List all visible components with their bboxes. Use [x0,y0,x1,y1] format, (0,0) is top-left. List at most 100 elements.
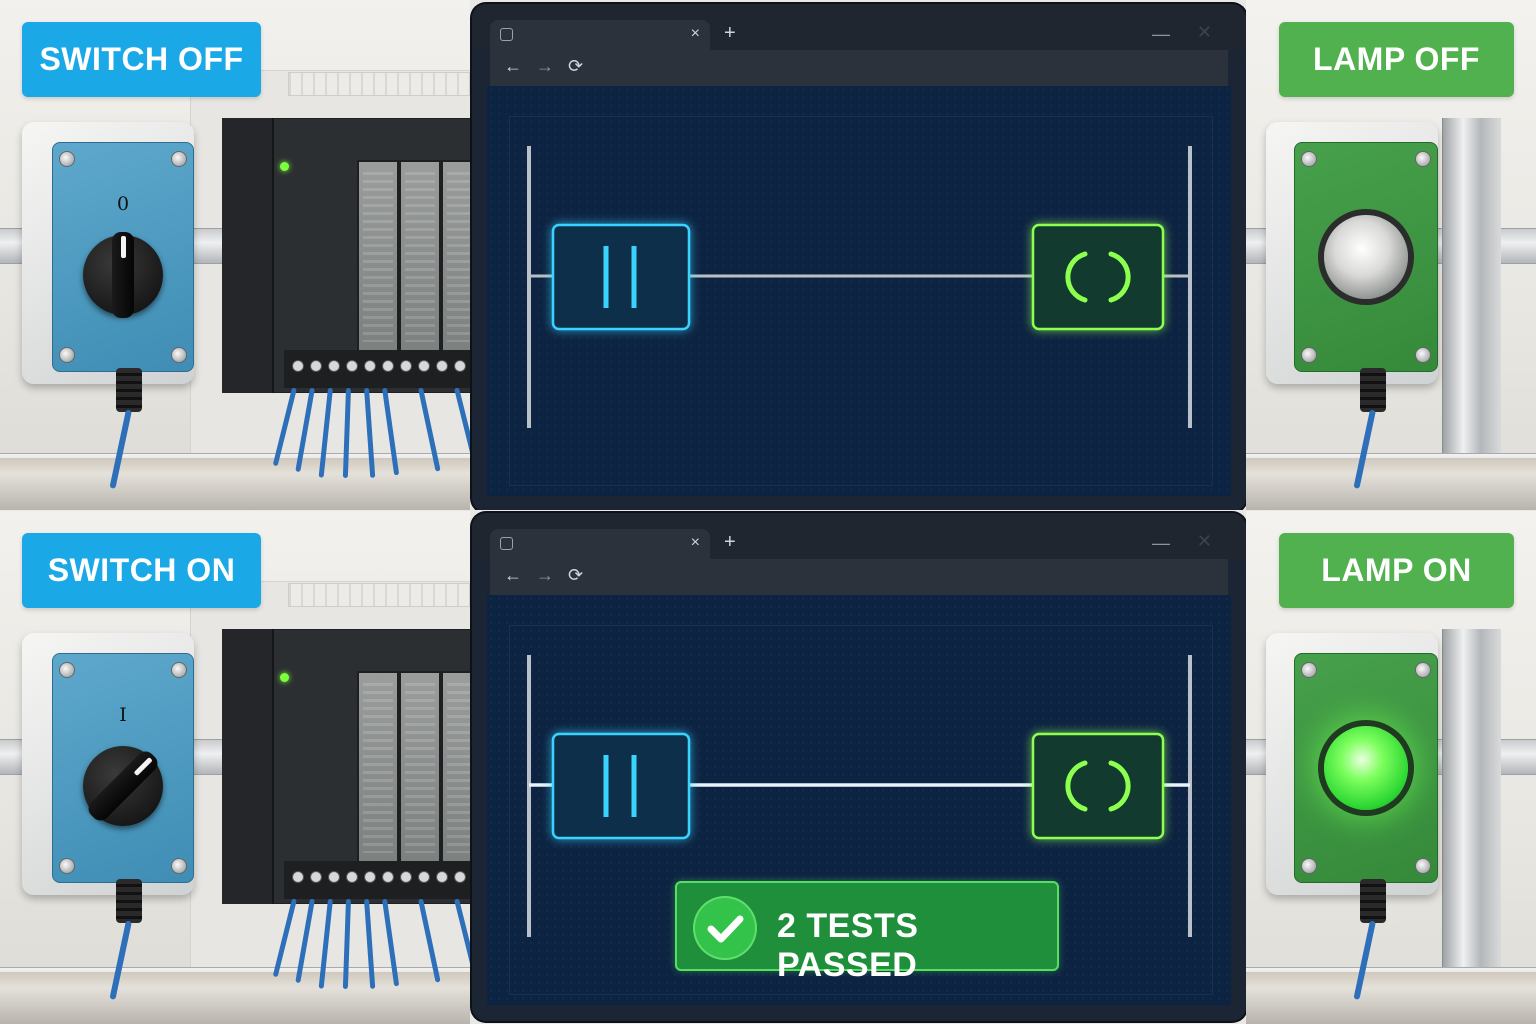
screw-icon [171,858,187,874]
minimize-icon[interactable]: — [1152,533,1170,554]
cable-gland [1360,879,1386,923]
plc-io-module [357,160,399,354]
screw-icon [1415,347,1431,363]
terminal-screw [310,871,322,883]
terminal-screw [328,360,340,372]
screw-icon [171,347,187,363]
close-window-icon[interactable]: ✕ [1197,22,1212,43]
cable-gland [116,368,142,412]
knob-handle [84,747,162,825]
terminal-screw [328,871,340,883]
switch-hardware-scene: 0 SWITCH OFF [0,0,470,510]
tab-close-icon[interactable]: × [691,25,700,43]
shelf [0,972,470,1024]
screw-icon [1415,858,1431,874]
terminal-screw [400,360,412,372]
back-arrow-icon[interactable]: ← [504,565,522,586]
lamp-hardware-scene: LAMP OFF [1246,0,1536,510]
terminal-block [284,861,470,899]
page-icon [500,28,513,41]
screw-icon [1301,858,1317,874]
lamp-plate [1294,653,1438,883]
switch-plate: I [52,653,194,883]
no-contact[interactable] [551,732,691,840]
shelf [1246,458,1536,510]
no-contact[interactable] [551,223,691,331]
knob-indicator-mark [133,756,153,776]
tab-bar: × + — ✕ [472,513,1246,559]
forward-arrow-icon[interactable]: → [536,565,554,586]
plc-io-module [399,160,441,354]
plc-cpu [222,118,274,393]
ladder-canvas[interactable]: 2 TESTS PASSED [487,595,1231,1005]
scene-on: I SWITCH ON × + — ✕ ← → ⟳ 2 TESTS PASSED… [0,511,1536,1024]
reload-icon[interactable]: ⟳ [568,56,583,77]
switch-plate: 0 [52,142,194,372]
terminal-screw [310,360,322,372]
terminal-screw [364,871,376,883]
back-arrow-icon[interactable]: ← [504,56,522,77]
pilot-lamp-lit [1324,726,1408,810]
switch-enclosure: 0 [22,122,194,489]
new-tab-icon[interactable]: + [724,22,736,45]
navigation-bar: ← → ⟳ [490,50,1228,86]
knob-handle [112,232,134,318]
scene-off: 0 SWITCH OFF × + — ✕ ← → ⟳ LAMP OFF [0,0,1536,510]
plc-run-led [280,673,289,682]
terminal-screw [436,360,448,372]
screw-icon [1301,662,1317,678]
terminal-screw [400,871,412,883]
terminal-screw [364,360,376,372]
lamp-enclosure [1266,633,1438,1000]
plc-cpu [222,629,274,904]
screw-icon [1301,347,1317,363]
knob-indicator-mark [120,236,126,258]
terminal-ruler [288,72,470,96]
switch-hardware-scene: I SWITCH ON [0,511,470,1024]
terminal-screw [346,360,358,372]
screw-icon [59,662,75,678]
screw-icon [59,151,75,167]
minimize-icon[interactable]: — [1152,24,1170,45]
lamp-enclosure [1266,122,1438,489]
output-coil[interactable] [1031,223,1165,331]
rotary-switch-knob[interactable] [83,232,163,318]
page-icon [500,537,513,550]
ladder-diagram [527,146,1192,428]
terminal-screw [454,360,466,372]
checkmark-icon [695,898,755,958]
cable-gland [116,879,142,923]
screw-icon [171,151,187,167]
tab-close-icon[interactable]: × [691,534,700,552]
screw-icon [1415,151,1431,167]
output-coil[interactable] [1031,732,1165,840]
plc-io-module [441,160,470,354]
shelf [1246,972,1536,1024]
navigation-bar: ← → ⟳ [490,559,1228,595]
screw-icon [1301,151,1317,167]
switch-position-label: I [119,704,127,726]
close-window-icon[interactable]: ✕ [1197,531,1212,552]
new-tab-icon[interactable]: + [724,531,736,554]
pilot-lamp [1324,215,1408,299]
rotary-switch-knob[interactable] [83,746,163,826]
switch-state-tag: SWITCH ON [22,533,261,608]
terminal-screw [346,871,358,883]
lamp-plate [1294,142,1438,372]
screw-icon [1415,662,1431,678]
terminal-screw [454,871,466,883]
switch-position-label: 0 [116,193,130,215]
terminal-screw [292,360,304,372]
reload-icon[interactable]: ⟳ [568,565,583,586]
forward-arrow-icon[interactable]: → [536,56,554,77]
terminal-screw [418,360,430,372]
plc-rack [222,629,470,990]
browser-tab[interactable]: × [490,20,710,50]
cable-gland [1360,368,1386,412]
terminal-screw [382,871,394,883]
ladder-canvas[interactable] [487,86,1231,496]
plc-io-module [399,671,441,865]
terminal-screw [418,871,430,883]
browser-tab[interactable]: × [490,529,710,559]
screw-icon [171,662,187,678]
